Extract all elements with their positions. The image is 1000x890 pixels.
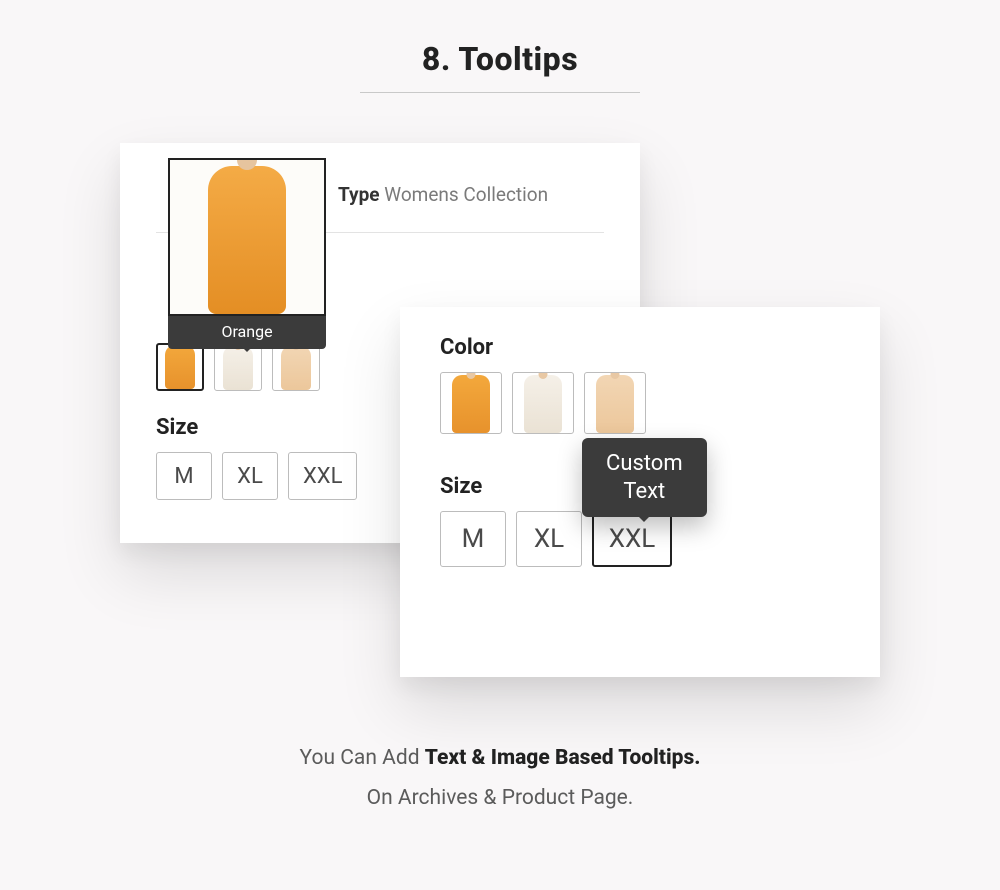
caption-bold: Text & Image Based Tooltips. <box>425 746 701 770</box>
heading-divider <box>360 92 640 93</box>
swatch-thumb-orange <box>165 345 195 389</box>
demo-stage: ara Type Womens Collection Size M XL XXL… <box>120 143 880 703</box>
color-swatch-cream[interactable] <box>272 343 320 391</box>
size-xxl-button[interactable]: XXL <box>288 452 357 500</box>
color-swatch-orange[interactable] <box>156 343 204 391</box>
size-xl-button-2[interactable]: XL <box>516 511 582 567</box>
caption-prefix: You Can Add <box>300 746 425 770</box>
color-swatch-white-2[interactable] <box>512 372 574 434</box>
image-tooltip-frame <box>168 158 326 316</box>
type-value: Womens Collection <box>384 183 548 206</box>
size-xl-button[interactable]: XL <box>222 452 278 500</box>
color-swatch-orange-2[interactable] <box>440 372 502 434</box>
color-swatch-white[interactable] <box>214 343 262 391</box>
text-tooltip-line2: Text <box>606 478 683 506</box>
size-m-button[interactable]: M <box>156 452 212 500</box>
swatch-thumb-orange-2 <box>452 375 490 433</box>
section-heading: 8. Tooltips <box>0 40 1000 78</box>
caption-line2: On Archives & Product Page. <box>0 779 1000 819</box>
section-caption: You Can Add Text & Image Based Tooltips.… <box>0 739 1000 819</box>
color-swatch-row-2 <box>440 372 840 434</box>
text-tooltip: Custom Text <box>582 438 707 517</box>
product-type: Type Womens Collection <box>338 183 548 206</box>
image-tooltip-product <box>208 166 286 314</box>
type-label: Type <box>338 183 380 206</box>
swatch-thumb-cream-2 <box>596 375 634 433</box>
swatch-thumb-white-2 <box>524 375 562 433</box>
color-label: Color <box>440 335 840 360</box>
swatch-thumb-cream <box>281 346 311 390</box>
image-tooltip-caption: Orange <box>168 316 326 349</box>
size-xxl-button-2[interactable]: XXL <box>592 511 672 567</box>
color-swatch-cream-2[interactable] <box>584 372 646 434</box>
size-m-button-2[interactable]: M <box>440 511 506 567</box>
image-tooltip: Orange <box>168 158 326 349</box>
text-tooltip-line1: Custom <box>606 450 683 478</box>
